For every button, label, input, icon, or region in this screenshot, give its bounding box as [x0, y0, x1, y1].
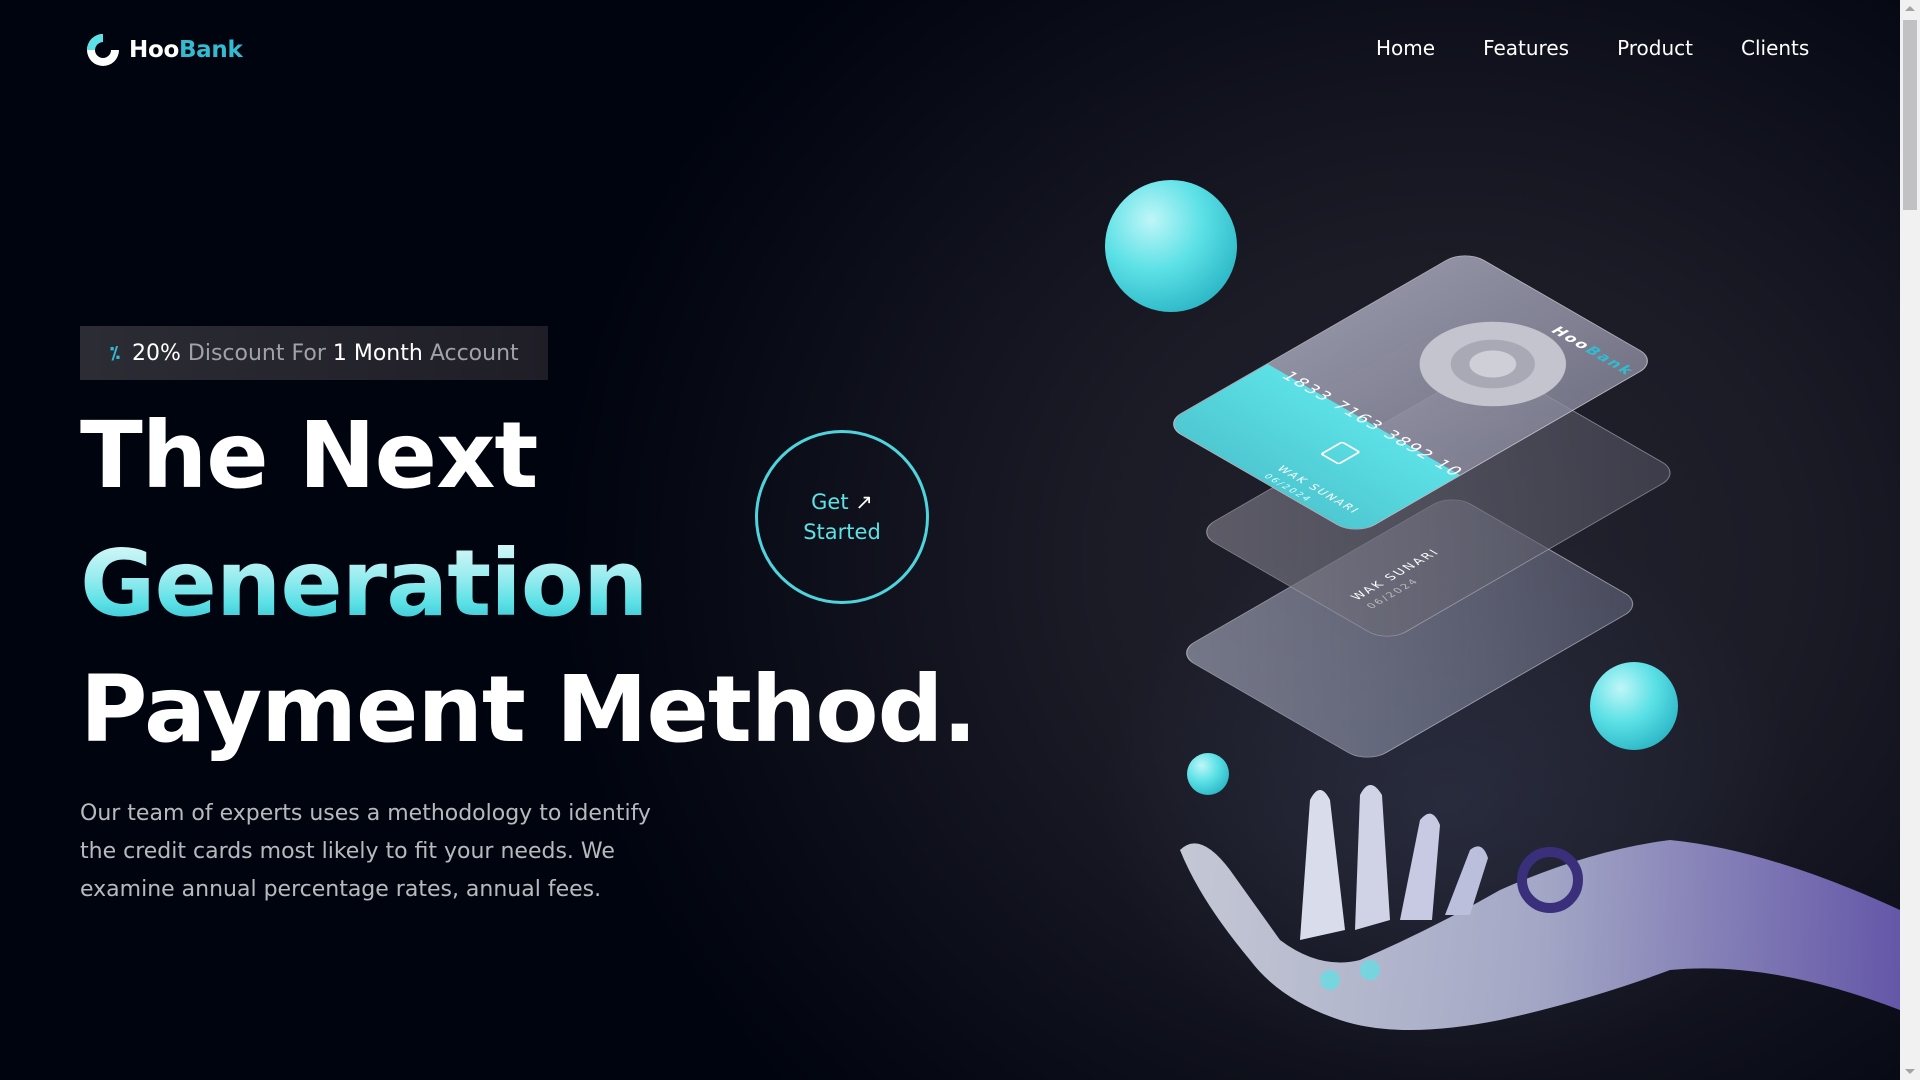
nav-product[interactable]: Product — [1617, 36, 1693, 60]
logo-text: HooBank — [129, 37, 243, 63]
get-label: Get — [811, 490, 849, 514]
hero-title-line1: The Next — [80, 402, 538, 509]
scroll-down-icon[interactable] — [1905, 1069, 1915, 1074]
nav-clients[interactable]: Clients — [1741, 36, 1809, 60]
card-emblem — [1388, 304, 1597, 424]
arrow-up-right-icon: ↗ — [855, 490, 873, 514]
badge-highlight2: 1 Month — [332, 340, 423, 366]
nav-features[interactable]: Features — [1483, 36, 1569, 60]
get-started-button[interactable]: Get ↗ Started — [755, 430, 929, 604]
hero-title-line3: Payment Method. — [80, 656, 977, 763]
get-started-line1: Get ↗ — [811, 487, 873, 517]
badge-text: 20% Discount For 1 Month Account — [132, 341, 519, 366]
logo[interactable]: HooBank — [83, 30, 243, 70]
badge-text1: Discount For — [187, 340, 326, 366]
started-label: Started — [803, 520, 881, 544]
badge-highlight: 20% — [132, 340, 181, 366]
hoobank-logo-icon — [87, 34, 119, 66]
scrollbar[interactable] — [1900, 0, 1920, 1080]
logo-text-bank: Bank — [178, 37, 243, 63]
scroll-up-icon[interactable] — [1905, 6, 1915, 11]
card-brand-bank: Bank — [1580, 343, 1640, 378]
sphere-large — [1105, 180, 1237, 312]
logo-text-hoo: Hoo — [129, 37, 179, 63]
nav-home[interactable]: Home — [1376, 36, 1435, 60]
scroll-thumb[interactable] — [1903, 20, 1917, 210]
sphere-right — [1590, 662, 1678, 750]
hero-description: Our team of experts uses a methodology t… — [80, 801, 651, 902]
hero-title-line2: Generation — [80, 530, 648, 637]
badge-text2: Account — [429, 340, 519, 366]
discount-percent-icon: ⁒ — [110, 342, 121, 364]
main-nav: Home Features Product Clients — [1376, 36, 1809, 60]
robot-hand-image — [1180, 785, 1900, 1030]
discount-badge: ⁒ 20% Discount For 1 Month Account — [80, 326, 548, 380]
